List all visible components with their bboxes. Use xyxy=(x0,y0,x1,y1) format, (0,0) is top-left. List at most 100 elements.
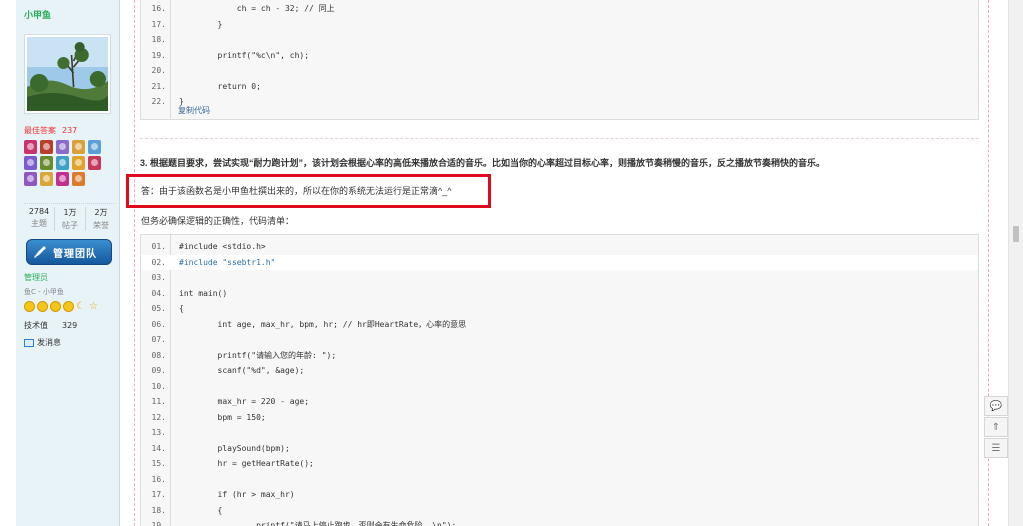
code-line: 02. #include "ssebtr1.h" xyxy=(141,254,978,270)
tech-value: 329 xyxy=(62,321,78,330)
line-number: 22. xyxy=(151,97,166,106)
line-number: 17. xyxy=(151,490,166,499)
admin-team-button[interactable]: 管理团队 xyxy=(26,239,112,265)
send-message-label: 发消息 xyxy=(37,338,61,347)
tech-score: 技术值 329 xyxy=(24,320,77,331)
stat-value: 2万 xyxy=(94,208,108,217)
code-text: #include "ssebtr1.h" xyxy=(179,257,276,267)
envelope-icon xyxy=(24,338,34,347)
send-message-link[interactable]: 发消息 xyxy=(24,337,61,348)
code-text: max_hr = 220 - age; xyxy=(179,397,310,406)
medal-icon[interactable] xyxy=(88,156,101,170)
user-sidebar: 小甲鱼 最佳答案 237 2784 主题 1万 帖子 2万 荣誉 管理团队 管理… xyxy=(16,0,120,526)
line-number: 16. xyxy=(151,4,166,13)
code-text: scanf("%d", &age); xyxy=(179,366,305,375)
line-number: 03. xyxy=(151,273,166,282)
code-text: ch = ch - 32; // 同上 xyxy=(179,4,335,13)
note-text: 但务必确保逻辑的正确性，代码清单： xyxy=(141,216,295,226)
code-text: printf("%c\n", ch); xyxy=(179,50,310,60)
stat-posts[interactable]: 1万 帖子 xyxy=(55,207,86,231)
user-group[interactable]: 管理员 xyxy=(24,272,48,283)
code-text: { xyxy=(179,505,223,515)
code-text: int age, max_hr, bpm, hr; // hr即HeartRat… xyxy=(179,319,467,329)
code-block-bottom: 01. #include <stdio.h> 02. #include "ssebtr… xyxy=(140,234,979,526)
vertical-scrollbar[interactable] xyxy=(1008,0,1023,526)
best-answer-label: 最佳答案 xyxy=(24,126,56,135)
content-border-left xyxy=(134,0,135,526)
medal-icon[interactable] xyxy=(40,140,53,154)
line-number: 20. xyxy=(151,66,166,75)
code-text: hr = getHeartRate(); xyxy=(179,459,314,468)
code-line: 01. #include <stdio.h> xyxy=(141,239,978,254)
stat-topics[interactable]: 2784 主题 xyxy=(24,207,55,231)
line-number: 11. xyxy=(151,397,166,406)
code-line: 17. if (hr > max_hr) xyxy=(141,487,978,502)
sun-level-icon xyxy=(24,301,35,312)
medal-icon[interactable] xyxy=(40,172,53,186)
medal-icon[interactable] xyxy=(40,156,53,170)
avatar[interactable] xyxy=(24,34,111,114)
line-number: 19. xyxy=(151,521,166,526)
code-line: 18. xyxy=(141,32,978,47)
medal-icon[interactable] xyxy=(24,172,37,186)
medal-icon[interactable] xyxy=(56,172,69,186)
code-text: if (hr > max_hr) xyxy=(179,490,295,499)
code-line: 17. } xyxy=(141,17,978,32)
code-text: return 0; xyxy=(179,81,261,91)
code-line: 19. printf("请马上停止跑步，否则会有生命危险……\n"); xyxy=(141,518,978,526)
list-icon[interactable]: ☰ xyxy=(984,438,1008,458)
line-number: 04. xyxy=(151,288,166,298)
code-line: 16. xyxy=(141,472,978,487)
code-text: playSound(bpm); xyxy=(179,443,290,453)
page-margin xyxy=(0,0,16,526)
level-icons: ☾ ☆ xyxy=(24,301,100,312)
code-text: } xyxy=(179,19,223,29)
line-number: 21. xyxy=(151,81,166,91)
stat-value: 2784 xyxy=(28,207,50,216)
medal-icon[interactable] xyxy=(56,156,69,170)
back-to-top-icon[interactable]: ⇑ xyxy=(984,417,1008,437)
scrollbar-thumb[interactable] xyxy=(1013,226,1019,242)
code-line: 14. playSound(bpm); xyxy=(141,441,978,456)
code-line: 12. bpm = 150; xyxy=(141,410,978,425)
line-number: 09. xyxy=(151,366,166,375)
question-text: 3. 根据题目要求，尝试实现“耐力跑计划”，该计划会根据心率的高低来播放合适的音… xyxy=(140,158,826,168)
medal-icon[interactable] xyxy=(24,156,37,170)
code-line: 10. xyxy=(141,379,978,394)
code-line: 22.} xyxy=(141,94,978,109)
code-line: 19. printf("%c\n", ch); xyxy=(141,48,978,63)
post-divider xyxy=(140,138,979,139)
admin-team-label: 管理团队 xyxy=(53,248,97,260)
code-block-top: 16. ch = ch - 32; // 同上 17. } 18. 19. print… xyxy=(140,0,979,120)
stat-label: 荣誉 xyxy=(93,221,109,230)
line-number: 14. xyxy=(151,443,166,453)
line-number: 06. xyxy=(151,319,166,329)
best-answer: 最佳答案 237 xyxy=(24,125,77,136)
line-number: 02. xyxy=(151,257,166,267)
code-text: { xyxy=(179,304,184,313)
medal-icon[interactable] xyxy=(72,140,85,154)
code-line: 11. max_hr = 220 - age; xyxy=(141,394,978,409)
comment-icon[interactable]: 💬 xyxy=(984,396,1008,416)
code-line: 03. xyxy=(141,270,978,285)
code-line: 08. printf("请输入您的年龄: "); xyxy=(141,348,978,363)
line-number: 08. xyxy=(151,350,166,360)
medal-icon[interactable] xyxy=(72,156,85,170)
author-name[interactable]: 小甲鱼 xyxy=(24,8,51,21)
medal-icon[interactable] xyxy=(72,172,85,186)
avatar-image xyxy=(27,37,108,111)
medal-icon[interactable] xyxy=(56,140,69,154)
stat-honor[interactable]: 2万 荣誉 xyxy=(86,207,116,231)
line-number: 16. xyxy=(151,474,166,484)
code-line: 05. { xyxy=(141,301,978,316)
line-number: 17. xyxy=(151,19,166,29)
pen-icon xyxy=(27,240,53,264)
code-text: bpm = 150; xyxy=(179,412,266,422)
stat-value: 1万 xyxy=(63,208,77,217)
medal-icon[interactable] xyxy=(88,140,101,154)
copy-code-link[interactable]: 复制代码 xyxy=(178,105,210,116)
code-line: 04. int main() xyxy=(141,286,978,301)
medal-icon[interactable] xyxy=(24,140,37,154)
code-text: int main() xyxy=(179,288,228,298)
floating-toolbar: 💬 ⇑ ☰ xyxy=(984,396,1008,459)
